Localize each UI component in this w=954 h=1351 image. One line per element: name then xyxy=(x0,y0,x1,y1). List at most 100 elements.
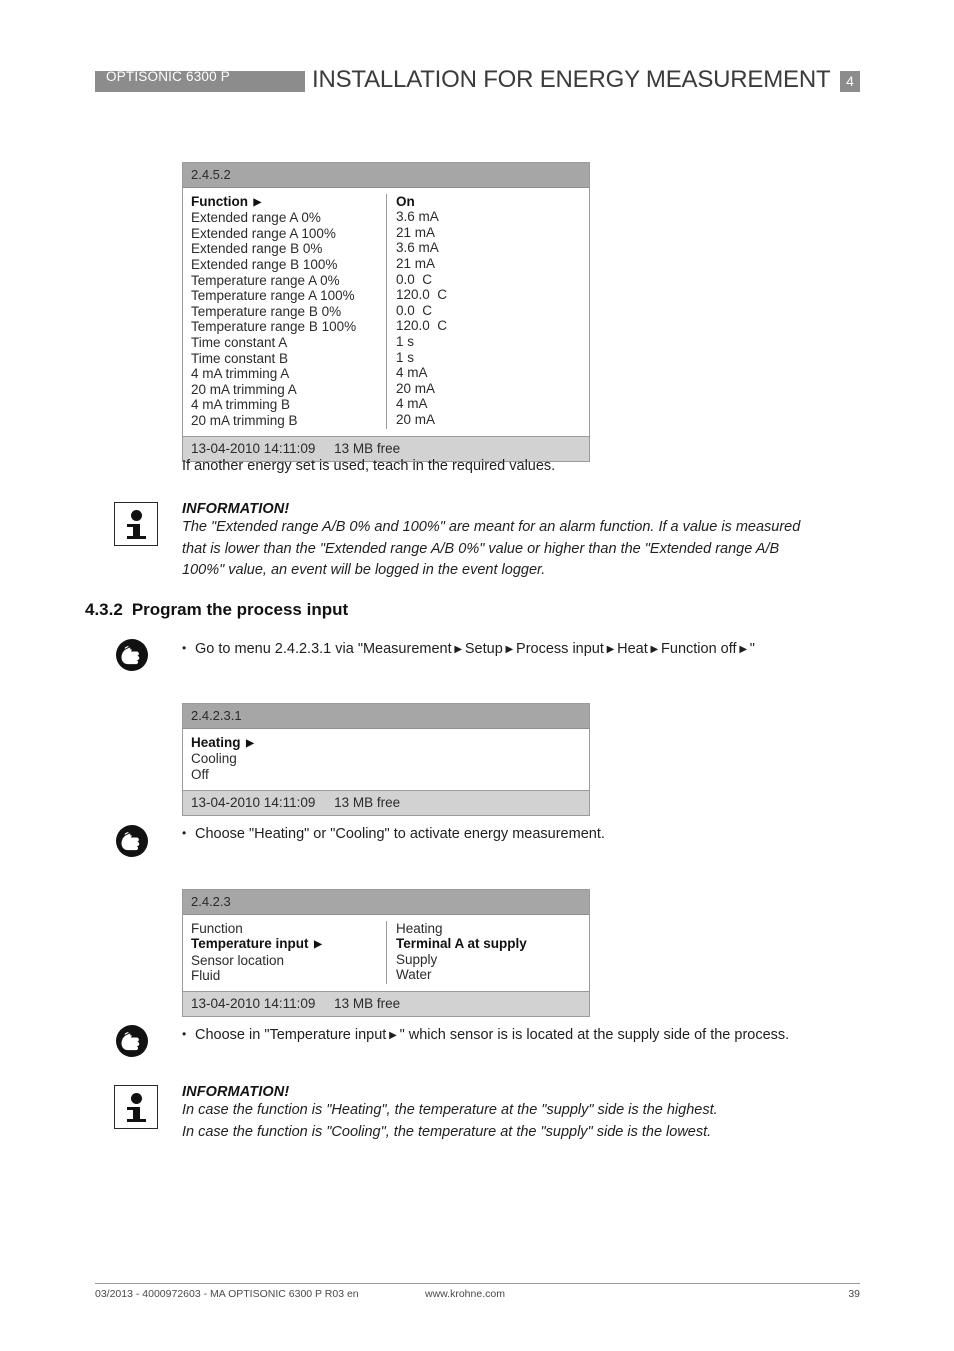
menu-parameter-column: Function Temperature input ▶ Sensor locati… xyxy=(183,921,387,985)
menu-body: Function Temperature input ▶ Sensor locati… xyxy=(183,915,589,992)
footer-website: www.krohne.com xyxy=(425,1288,505,1300)
menu-number: 2.4.2.3 xyxy=(183,890,589,915)
section-heading: 4.3.2 Program the process input xyxy=(85,600,348,620)
menu-arrow-icon: ▶ xyxy=(240,737,254,749)
menu-screen-24231: 2.4.2.3.1 Heating ▶ Cooling Off 13-04-2010… xyxy=(182,703,590,816)
pointing-hand-icon xyxy=(116,639,148,671)
instruction-text-suffix: " which sensor is is located at the supp… xyxy=(399,1027,790,1043)
menu-row-label[interactable]: 4 mA trimming A xyxy=(191,367,386,383)
breadcrumb-function-off: Function off xyxy=(661,641,737,657)
menu-path-prefix: Go to menu 2.4.2.3.1 via "Measurement xyxy=(195,641,452,657)
page-title: INSTALLATION FOR ENERGY MEASUREMENT xyxy=(312,66,831,93)
menu-row-value: 4 mA xyxy=(396,396,428,412)
instruction-text: Choose "Heating" or "Cooling" to activat… xyxy=(195,826,605,842)
menu-row-label[interactable]: Cooling xyxy=(191,752,254,768)
menu-number: 2.4.2.3.1 xyxy=(183,704,589,729)
menu-row-value: 3.6 mA xyxy=(396,240,439,256)
menu-status-bar: 13-04-2010 14:11:09 13 MB free xyxy=(183,789,589,815)
footer-page-number: 39 xyxy=(848,1288,860,1300)
menu-row-value: Water xyxy=(396,967,432,983)
menu-row-label[interactable]: 4 mA trimming B xyxy=(191,398,386,414)
menu-row-label[interactable]: Extended range A 0% xyxy=(191,211,386,227)
menu-row-label[interactable]: Heating ▶ xyxy=(191,735,254,752)
menu-arrow-icon: ▶ xyxy=(451,644,465,655)
menu-arrow-icon: ▶ xyxy=(248,196,262,208)
menu-arrow-icon: ▶ xyxy=(502,644,517,655)
menu-row-label[interactable]: Fluid xyxy=(191,969,386,985)
menu-arrow-icon: ▶ xyxy=(386,1030,400,1041)
menu-row-label[interactable]: 20 mA trimming B xyxy=(191,413,386,429)
pointing-hand-icon xyxy=(116,1025,148,1057)
menu-row-label[interactable]: Off xyxy=(191,767,254,783)
menu-row-label[interactable]: Time constant A xyxy=(191,335,386,351)
instruction-text-prefix: Choose in "Temperature input xyxy=(195,1027,387,1043)
menu-row-value: 20 mA xyxy=(396,411,436,427)
menu-row-value: Terminal A at supply xyxy=(396,936,527,952)
menu-row-value: 120.0 C xyxy=(396,287,448,303)
chapter-badge: 4 xyxy=(840,71,860,92)
information-i-icon xyxy=(114,1085,158,1129)
menu-arrow-icon: ▶ xyxy=(308,939,322,951)
menu-row-label[interactable]: Temperature range B 0% xyxy=(191,304,386,320)
menu-row-label[interactable]: Temperature range A 0% xyxy=(191,273,386,289)
information-text-2: INFORMATION! In case the function is "He… xyxy=(182,1084,882,1143)
instruction-bullet-2: • Choose "Heating" or "Cooling" to activa… xyxy=(182,823,605,844)
menu-arrow-icon: ▶ xyxy=(647,644,662,655)
section-title: Program the process input xyxy=(131,600,349,619)
menu-number: 2.4.5.2 xyxy=(183,163,589,188)
menu-row-label[interactable]: Temperature range B 100% xyxy=(191,320,386,336)
menu-row-value: 0.0 C xyxy=(396,302,433,318)
breadcrumb-heat: Heat xyxy=(617,641,648,657)
menu-row-label[interactable]: Extended range A 100% xyxy=(191,226,386,242)
instruction-bullet-3: • Choose in "Temperature input ▶ " which … xyxy=(182,1024,789,1046)
menu-row-label[interactable]: 20 mA trimming A xyxy=(191,382,386,398)
menu-row-value: 0.0 C xyxy=(396,271,433,287)
section-number: 4.3.2 xyxy=(85,600,123,619)
menu-row-value: On xyxy=(396,193,415,209)
bullet-marker: • xyxy=(182,641,187,655)
footer-document-reference: 03/2013 - 4000972603 - MA OPTISONIC 6300… xyxy=(95,1288,359,1300)
menu-row-label[interactable]: Temperature input ▶ xyxy=(191,937,386,954)
menu-row-value: Heating xyxy=(396,920,443,936)
menu-path-suffix: " xyxy=(749,641,755,657)
menu-option-column: Heating ▶ Cooling Off xyxy=(183,735,254,783)
menu-screen-2452: 2.4.5.2 Function ▶ Extended range A 0% Ext… xyxy=(182,162,590,462)
menu-arrow-icon: ▶ xyxy=(736,644,750,655)
menu-parameter-column: Function ▶ Extended range A 0% Extended ra… xyxy=(183,194,387,429)
information-line: 100%" value, an event will be logged in … xyxy=(182,562,546,578)
menu-row-value: 4 mA xyxy=(396,365,428,381)
menu-row-label[interactable]: Extended range B 0% xyxy=(191,242,386,258)
menu-value-column: Heating Terminal A at supply Supply Water xyxy=(387,921,589,984)
breadcrumb-setup: Setup xyxy=(464,641,503,657)
menu-row-value: 120.0 C xyxy=(396,318,448,334)
information-line: The "Extended range A/B 0% and 100%" are… xyxy=(182,519,801,535)
menu-row-value: 1 s xyxy=(396,349,415,365)
menu-row-label[interactable]: Function xyxy=(191,921,386,937)
information-title: INFORMATION! xyxy=(182,1084,290,1100)
information-text-1: INFORMATION! The "Extended range A/B 0% … xyxy=(182,501,882,582)
menu-value-column: On 3.6 mA 21 mA 3.6 mA 21 mA 0.0 C 120.0 C 0.0 … xyxy=(387,194,589,429)
menu-row-label[interactable]: Sensor location xyxy=(191,953,386,969)
menu-row-value: 3.6 mA xyxy=(396,209,439,225)
intro-paragraph: If another energy set is used, teach in … xyxy=(182,458,556,474)
footer-divider xyxy=(95,1283,860,1284)
menu-row-value: Supply xyxy=(396,951,438,967)
product-tag-label: OPTISONIC 6300 P xyxy=(106,69,230,84)
menu-screen-2423: 2.4.2.3 Function Temperature input ▶ Senso… xyxy=(182,889,590,1018)
menu-arrow-icon: ▶ xyxy=(603,644,618,655)
menu-row-label[interactable]: Extended range B 100% xyxy=(191,257,386,273)
pointing-hand-icon xyxy=(116,825,148,857)
information-line: In case the function is "Heating", the t… xyxy=(182,1102,718,1118)
information-i-icon xyxy=(114,502,158,546)
menu-status-bar: 13-04-2010 14:11:09 13 MB free xyxy=(183,991,589,1017)
information-title: INFORMATION! xyxy=(182,501,290,517)
information-line: In case the function is "Cooling", the t… xyxy=(182,1123,712,1140)
breadcrumb-process-input: Process input xyxy=(516,641,604,657)
menu-row-label[interactable]: Function ▶ xyxy=(191,194,386,211)
menu-row-value: 20 mA xyxy=(396,380,436,396)
menu-row-label[interactable]: Time constant B xyxy=(191,351,386,367)
menu-row-label[interactable]: Temperature range A 100% xyxy=(191,289,386,305)
instruction-bullet-1: • Go to menu 2.4.2.3.1 via "Measurement ▶… xyxy=(182,638,755,660)
information-line: that is lower than the "Extended range A… xyxy=(182,540,780,557)
bullet-marker: • xyxy=(182,826,187,840)
